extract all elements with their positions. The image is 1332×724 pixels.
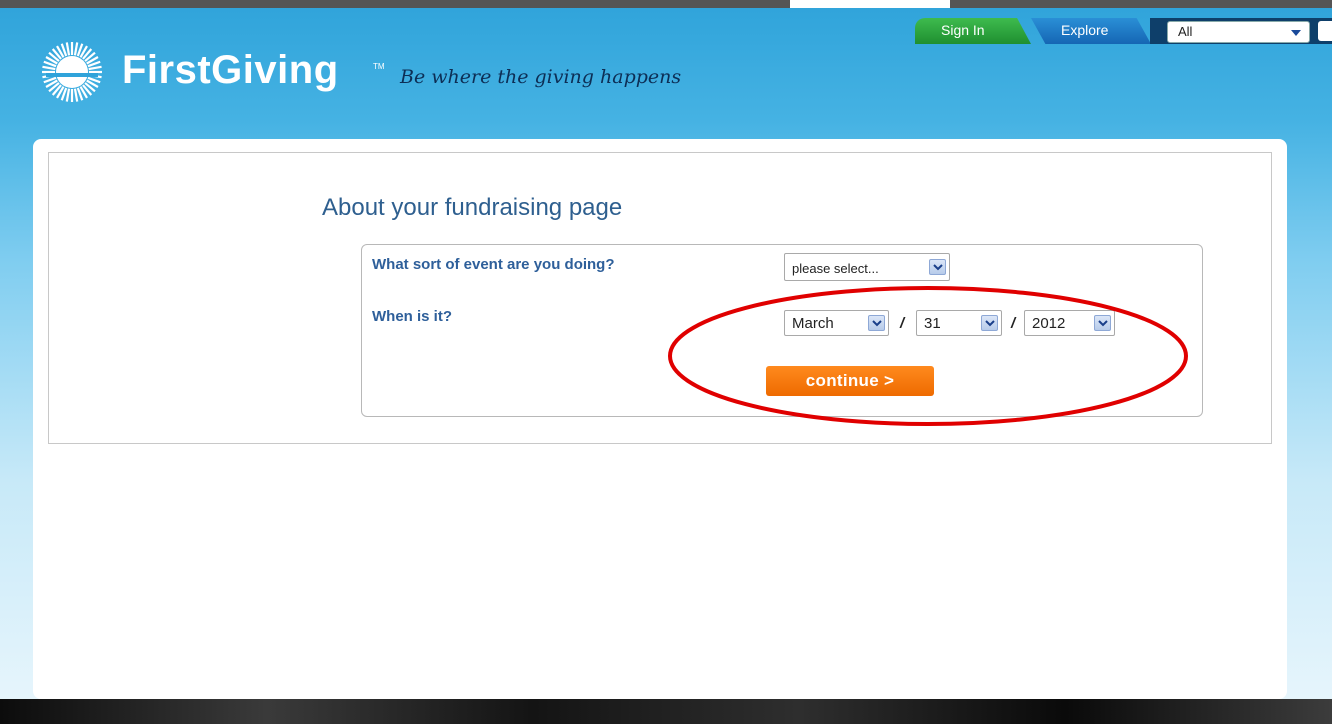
top-strip-gap	[790, 0, 950, 8]
chevron-down-icon	[929, 259, 946, 275]
search-input[interactable]	[1318, 21, 1332, 41]
sun-ray	[65, 88, 71, 102]
sign-in-tab[interactable]: Sign In	[915, 18, 1031, 44]
event-date-label: When is it?	[372, 308, 452, 325]
explore-label: Explore	[1061, 22, 1109, 38]
sun-ray	[88, 65, 102, 71]
top-strip	[0, 0, 1332, 8]
sun-ray	[73, 42, 79, 56]
sun-ray	[65, 42, 71, 56]
event-type-value: please select...	[792, 261, 879, 276]
brand-tagline: Be where the giving happens	[400, 66, 682, 88]
trademark-mark: TM	[373, 62, 385, 71]
event-type-label: What sort of event are you doing?	[372, 256, 615, 273]
sign-in-label: Sign In	[941, 22, 985, 38]
sun-ray	[42, 65, 56, 71]
sun-logo-icon[interactable]	[40, 40, 104, 104]
search-scope-select[interactable]: All	[1167, 21, 1310, 43]
search-scope-value: All	[1178, 24, 1193, 39]
event-type-select[interactable]: please select...	[784, 253, 950, 281]
brand-logo-text[interactable]: FirstGiving	[122, 48, 339, 93]
sun-ray	[73, 88, 79, 102]
page-title: About your fundraising page	[322, 194, 623, 221]
chevron-down-icon	[1291, 30, 1301, 36]
explore-tab[interactable]: Explore	[1031, 18, 1151, 44]
red-annotation-ellipse	[668, 286, 1188, 426]
footer-image-band	[0, 699, 1332, 724]
